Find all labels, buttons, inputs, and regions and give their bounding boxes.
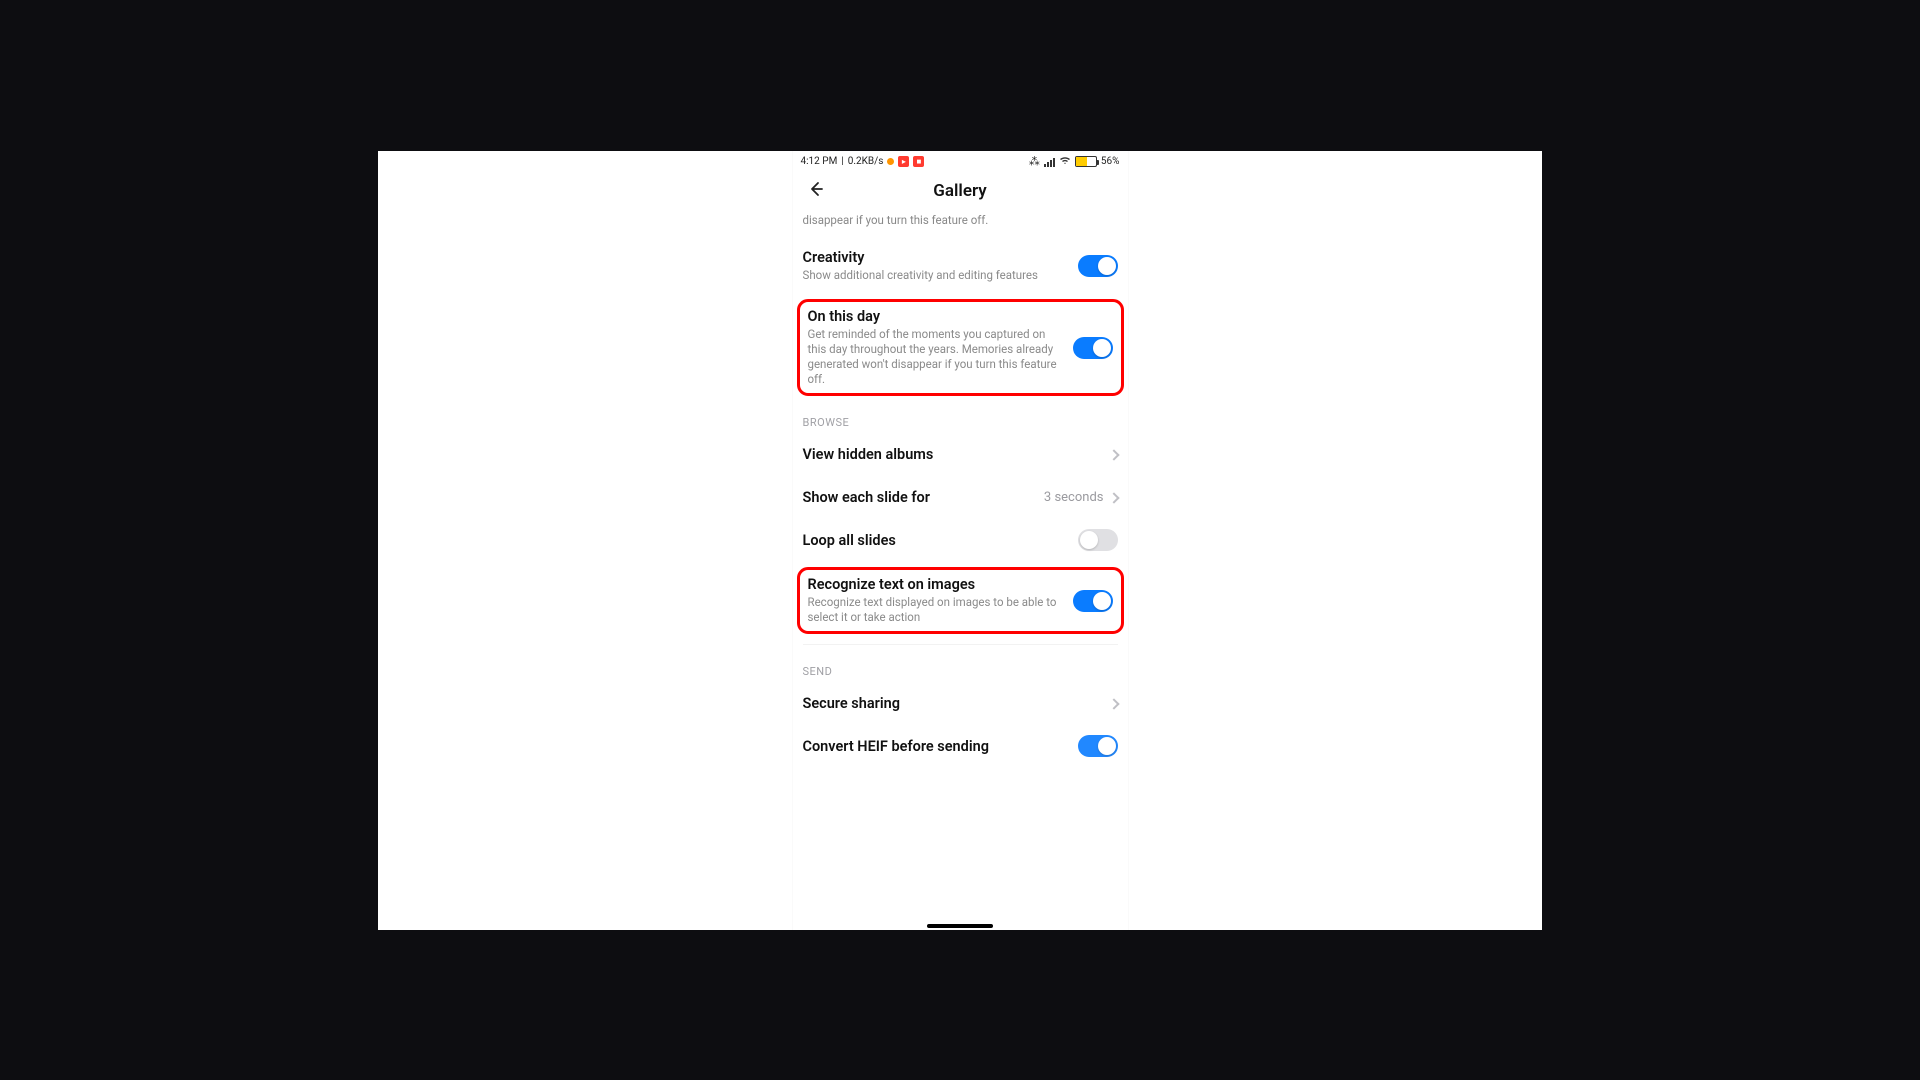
nav-secure-sharing[interactable]: Secure sharing (803, 682, 1118, 725)
nav-view-hidden-albums[interactable]: View hidden albums (803, 433, 1118, 476)
phone-screen: 4:12 PM | 0.2KB/s ▸ ■ ⁂ 56% (793, 151, 1128, 930)
setting-desc: Recognize text displayed on images to be… (808, 595, 1061, 625)
nav-slide-duration[interactable]: Show each slide for 3 seconds (803, 476, 1118, 519)
app-header: Gallery (793, 173, 1128, 209)
home-indicator[interactable] (927, 924, 993, 928)
nav-value: 3 seconds (1044, 490, 1104, 505)
status-bar: 4:12 PM | 0.2KB/s ▸ ■ ⁂ 56% (793, 151, 1128, 173)
setting-loop-slides: Loop all slides (803, 519, 1118, 561)
battery-percent: 56% (1101, 156, 1120, 167)
setting-recognize-text: Recognize text on images Recognize text … (808, 576, 1113, 625)
setting-on-this-day: On this day Get reminded of the moments … (808, 308, 1113, 387)
setting-title: Loop all slides (803, 532, 1066, 549)
settings-scroll[interactable]: disappear if you turn this feature off. … (793, 209, 1128, 758)
setting-desc: Show additional creativity and editing f… (803, 268, 1066, 283)
section-browse-label: BROWSE (803, 416, 1118, 429)
setting-title: On this day (808, 308, 1061, 325)
page-title: Gallery (793, 181, 1128, 201)
screenshot-frame: disappear if you turn BROWSE View hidden… (378, 151, 1542, 930)
status-net-speed: 0.2KB/s (848, 156, 884, 167)
on-this-day-toggle[interactable] (1073, 337, 1113, 359)
setting-desc: Get reminded of the moments you captured… (808, 327, 1061, 387)
divider (803, 644, 1118, 645)
battery-icon (1075, 156, 1097, 167)
status-app-badge-icon: ▸ (898, 156, 909, 167)
setting-creativity: Creativity Show additional creativity an… (803, 239, 1118, 293)
nav-title: Show each slide for (803, 489, 930, 506)
chevron-right-icon (1108, 492, 1119, 503)
partial-description: disappear if you turn this feature off. (803, 209, 1118, 240)
status-divider: | (841, 156, 843, 167)
setting-title: Recognize text on images (808, 576, 1061, 593)
convert-heif-toggle[interactable] (1078, 735, 1118, 757)
section-send-label: SEND (803, 665, 1118, 678)
highlight-recognize-text: Recognize text on images Recognize text … (797, 567, 1124, 634)
arrow-left-icon (806, 180, 824, 202)
status-time: 4:12 PM (801, 156, 838, 167)
recognize-text-toggle[interactable] (1073, 590, 1113, 612)
nav-title: View hidden albums (803, 446, 934, 463)
creativity-toggle[interactable] (1078, 255, 1118, 277)
highlight-on-this-day: On this day Get reminded of the moments … (797, 299, 1124, 396)
back-button[interactable] (803, 179, 827, 203)
nav-title: Secure sharing (803, 695, 900, 712)
setting-title: Creativity (803, 249, 1066, 266)
loop-slides-toggle[interactable] (1078, 529, 1118, 551)
chevron-right-icon (1108, 449, 1119, 460)
wifi-icon (1059, 155, 1071, 168)
setting-convert-heif: Convert HEIF before sending (803, 725, 1118, 757)
signal-icon (1044, 157, 1055, 167)
chevron-right-icon (1108, 698, 1119, 709)
status-app-badge-icon: ■ (913, 156, 924, 167)
bluetooth-icon: ⁂ (1029, 155, 1040, 168)
setting-title: Convert HEIF before sending (803, 738, 1066, 755)
status-notification-dot-icon (887, 158, 894, 165)
